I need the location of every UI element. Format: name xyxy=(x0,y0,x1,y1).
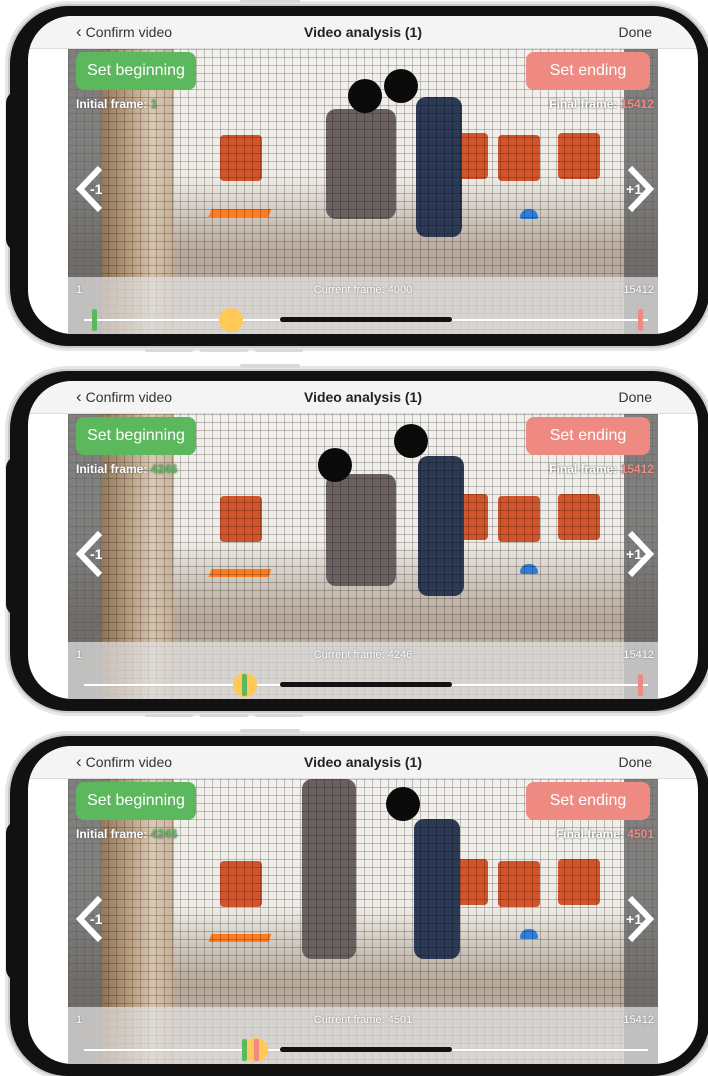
set-beginning-button[interactable]: Set beginning xyxy=(76,782,196,820)
initial-frame-caption: Initial frame: xyxy=(76,827,148,841)
video-frame[interactable]: Set beginning Set ending Initial frame: … xyxy=(68,779,658,1064)
timeline-panel: 1 Current frame: 4246 15412 xyxy=(68,642,658,699)
phone-side-button xyxy=(255,349,303,352)
step-forward-label: +1 xyxy=(626,911,642,927)
phone-mockup-3: ‹ Confirm video Video analysis (1) Done S… xyxy=(6,729,708,1076)
initial-frame-value: 4246 xyxy=(150,827,178,841)
navigation-bar: ‹ Confirm video Video analysis (1) Done xyxy=(28,16,698,49)
phone-side-button xyxy=(145,349,193,352)
home-indicator xyxy=(280,682,452,687)
page-title: Video analysis (1) xyxy=(303,754,422,770)
phone-side-button xyxy=(200,714,248,717)
slider-thumb[interactable] xyxy=(218,308,243,332)
current-frame-label: Current frame: 4000 xyxy=(313,284,413,296)
final-frame-label: Final frame: 4501 xyxy=(556,827,654,841)
range-max: 15412 xyxy=(623,284,654,296)
video-frame[interactable]: Set beginning Set ending Initial frame: … xyxy=(68,414,658,699)
initial-frame-label: Initial frame: 4246 xyxy=(76,462,177,476)
initial-frame-value: 1 xyxy=(150,97,158,111)
end-marker[interactable] xyxy=(637,309,643,331)
phone-mockup-2: ‹ Confirm video Video analysis (1) Done S… xyxy=(6,364,708,717)
initial-frame-caption: Initial frame: xyxy=(76,462,148,476)
set-ending-button[interactable]: Set ending xyxy=(526,52,650,90)
screen: ‹ Confirm video Video analysis (1) Done S… xyxy=(28,746,698,1064)
final-frame-value: 15412 xyxy=(620,462,654,476)
done-button[interactable]: Done xyxy=(619,389,652,405)
step-back-label: -1 xyxy=(90,546,103,562)
done-button[interactable]: Done xyxy=(619,24,652,40)
home-indicator xyxy=(280,317,452,322)
step-back-label: -1 xyxy=(90,181,103,197)
phone-mockup-1: ‹ Confirm video Video analysis (1) Done S… xyxy=(6,0,708,352)
end-marker[interactable] xyxy=(637,674,643,696)
set-beginning-button[interactable]: Set beginning xyxy=(76,417,196,455)
end-marker[interactable] xyxy=(254,1039,260,1061)
step-back-label: -1 xyxy=(90,911,103,927)
initial-frame-caption: Initial frame: xyxy=(76,97,148,111)
set-ending-button[interactable]: Set ending xyxy=(526,782,650,820)
current-frame-label: Current frame: 4246 xyxy=(313,649,413,661)
start-marker[interactable] xyxy=(241,1039,247,1061)
final-frame-caption: Final frame: xyxy=(549,97,618,111)
page-title: Video analysis (1) xyxy=(303,389,422,405)
page-title: Video analysis (1) xyxy=(303,24,422,40)
final-frame-label: Final frame: 15412 xyxy=(549,462,654,476)
final-frame-caption: Final frame: xyxy=(555,827,624,841)
current-frame-label: Current frame: 4501 xyxy=(313,1014,413,1026)
set-ending-button[interactable]: Set ending xyxy=(526,417,650,455)
final-frame-value: 15412 xyxy=(620,97,654,111)
video-frame[interactable]: Set beginning Set ending Initial frame: … xyxy=(68,49,658,334)
timeline-panel: 1 Current frame: 4000 15412 xyxy=(68,277,658,334)
set-beginning-button[interactable]: Set beginning xyxy=(76,52,196,90)
done-button[interactable]: Done xyxy=(619,754,652,770)
step-forward-label: +1 xyxy=(626,546,642,562)
final-frame-value: 4501 xyxy=(627,827,654,841)
initial-frame-label: Initial frame: 4246 xyxy=(76,827,177,841)
range-max: 15412 xyxy=(623,1014,654,1026)
home-indicator xyxy=(280,1047,452,1052)
phone-side-button xyxy=(255,714,303,717)
phone-volume-button xyxy=(240,729,300,733)
initial-frame-value: 4246 xyxy=(150,462,178,476)
screen: ‹ Confirm video Video analysis (1) Done S… xyxy=(28,16,698,334)
timeline-panel: 1 Current frame: 4501 15412 xyxy=(68,1007,658,1064)
initial-frame-label: Initial frame: 1 xyxy=(76,97,157,111)
navigation-bar: ‹ Confirm video Video analysis (1) Done xyxy=(28,746,698,779)
phone-side-button xyxy=(200,349,248,352)
navigation-bar: ‹ Confirm video Video analysis (1) Done xyxy=(28,381,698,414)
final-frame-label: Final frame: 15412 xyxy=(549,97,654,111)
screen: ‹ Confirm video Video analysis (1) Done S… xyxy=(28,381,698,699)
range-max: 15412 xyxy=(623,649,654,661)
start-marker[interactable] xyxy=(241,674,247,696)
step-forward-label: +1 xyxy=(626,181,642,197)
phone-side-button xyxy=(145,714,193,717)
final-frame-caption: Final frame: xyxy=(549,462,618,476)
phone-volume-button xyxy=(240,364,300,368)
phone-volume-button xyxy=(240,0,300,3)
start-marker[interactable] xyxy=(92,309,98,331)
